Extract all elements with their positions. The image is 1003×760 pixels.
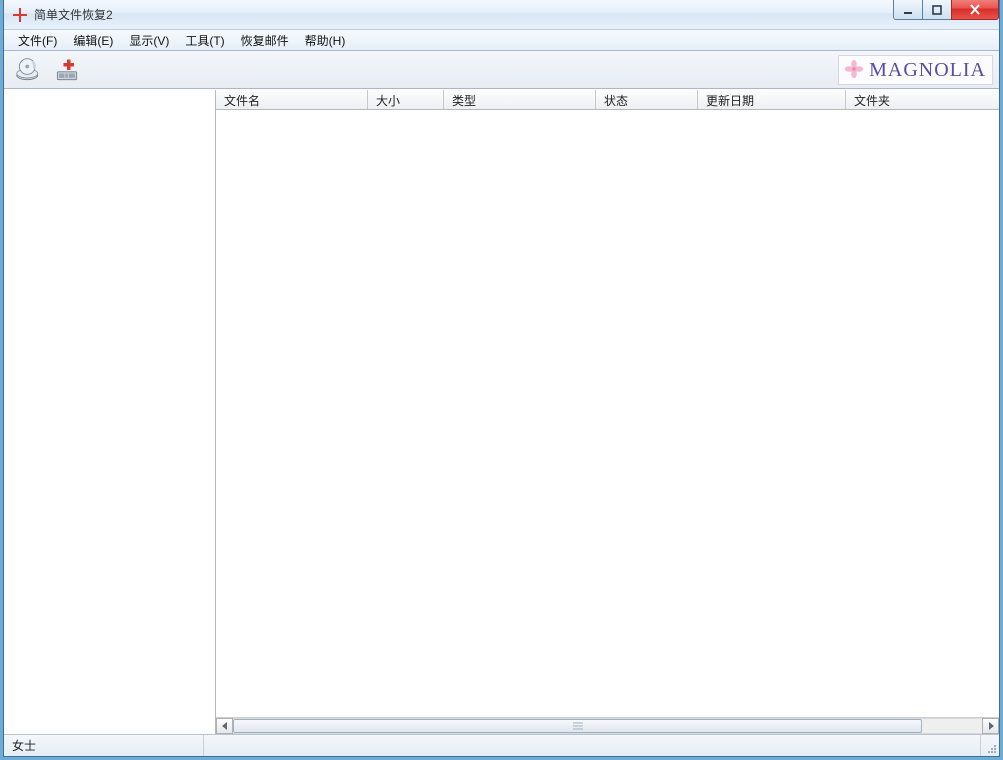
main-area: 文件名 大小 类型 状态 更新日期 文件夹 xyxy=(4,89,999,734)
statusbar: 女士 xyxy=(4,734,999,756)
horizontal-scrollbar[interactable] xyxy=(216,717,999,734)
scrollbar-track[interactable] xyxy=(233,718,982,734)
minimize-button[interactable] xyxy=(893,0,923,20)
menu-recover[interactable]: 恢复邮件 xyxy=(233,30,297,51)
column-header-folder[interactable]: 文件夹 xyxy=(846,90,999,109)
list-pane: 文件名 大小 类型 状态 更新日期 文件夹 xyxy=(216,90,999,734)
menu-edit[interactable]: 编辑(E) xyxy=(65,30,121,51)
toolbar: MAGNOLIA xyxy=(4,51,999,89)
resize-grip-icon[interactable] xyxy=(981,735,999,756)
app-window: 简单文件恢复2 文件(F) 编辑(E) 显示(V) 工具(T) 恢复邮件 帮助(… xyxy=(3,0,1000,757)
menu-tools[interactable]: 工具(T) xyxy=(177,30,232,51)
maximize-button[interactable] xyxy=(922,0,952,20)
column-header-size[interactable]: 大小 xyxy=(368,90,444,109)
brand-badge[interactable]: MAGNOLIA xyxy=(838,55,993,85)
column-headers: 文件名 大小 类型 状态 更新日期 文件夹 xyxy=(216,90,999,110)
menu-help[interactable]: 帮助(H) xyxy=(297,30,354,51)
scroll-right-arrow-icon[interactable] xyxy=(982,718,999,734)
scrollbar-thumb[interactable] xyxy=(233,719,922,733)
column-header-name[interactable]: 文件名 xyxy=(216,90,368,109)
close-button[interactable] xyxy=(951,0,999,20)
status-text: 女士 xyxy=(4,735,204,756)
scroll-left-arrow-icon[interactable] xyxy=(216,718,233,734)
column-header-status[interactable]: 状态 xyxy=(596,90,698,109)
titlebar: 简单文件恢复2 xyxy=(4,0,999,30)
menubar: 文件(F) 编辑(E) 显示(V) 工具(T) 恢复邮件 帮助(H) xyxy=(4,30,999,51)
brand-text: MAGNOLIA xyxy=(869,59,986,82)
scan-disk-button[interactable] xyxy=(12,53,46,87)
magnolia-flower-icon xyxy=(843,58,869,83)
list-body[interactable] xyxy=(216,110,999,717)
menu-file[interactable]: 文件(F) xyxy=(10,30,65,51)
window-title: 简单文件恢复2 xyxy=(34,6,113,23)
column-header-type[interactable]: 类型 xyxy=(444,90,596,109)
window-controls xyxy=(894,0,999,20)
tree-pane[interactable] xyxy=(4,90,216,734)
menu-view[interactable]: 显示(V) xyxy=(121,30,177,51)
status-spacer xyxy=(204,735,981,756)
recover-button[interactable] xyxy=(50,53,84,87)
column-header-date[interactable]: 更新日期 xyxy=(698,90,846,109)
app-icon xyxy=(12,7,28,23)
